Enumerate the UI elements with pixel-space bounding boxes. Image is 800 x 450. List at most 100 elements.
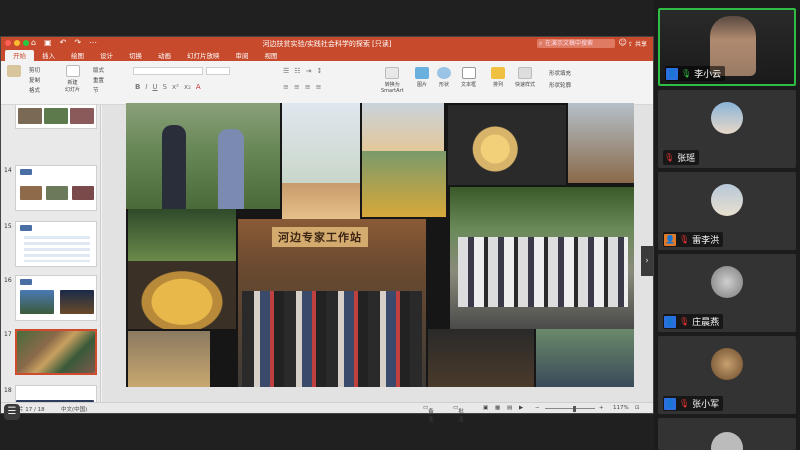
zoom-level[interactable]: 117% <box>613 405 629 411</box>
paragraph-row: ☰ ☷ ⇥ ↕ <box>283 67 322 75</box>
fit-to-window-icon[interactable]: ⊡ <box>635 405 640 411</box>
slide-number: 14 <box>4 167 12 174</box>
search-icon: ⌕ <box>539 40 543 47</box>
user-account-icon[interactable]: ☺ <box>619 38 627 47</box>
quick-styles-label: 快速样式 <box>515 82 536 88</box>
shape-fill-button[interactable]: 形状填充 <box>549 69 571 77</box>
normal-view-icon[interactable]: ▣ <box>483 405 488 411</box>
participant-tile[interactable]: 🎙 张瑶 <box>658 90 796 168</box>
slide-thumbnail[interactable] <box>15 275 97 321</box>
tab-transitions[interactable]: 切换 <box>121 50 150 61</box>
subscript-button[interactable]: x₂ <box>184 83 191 91</box>
comments-button[interactable]: ▭ 批注 <box>453 405 464 423</box>
slide-thumbnail[interactable] <box>15 221 97 267</box>
layout-button[interactable]: 版式 <box>93 66 104 74</box>
section-button[interactable]: 节 <box>93 86 99 94</box>
tab-slideshow[interactable]: 幻灯片放映 <box>179 50 228 61</box>
sorter-view-icon[interactable]: ▦ <box>495 405 500 411</box>
bold-button[interactable]: B <box>135 83 140 91</box>
reset-button[interactable]: 重置 <box>93 76 104 84</box>
align-left-icon[interactable]: ≡ <box>283 83 289 91</box>
user-icon: 👤 <box>664 397 676 410</box>
participant-tile-active[interactable]: 👤 🎙 李小云 <box>658 8 796 86</box>
share-button[interactable]: ⇪ 共享 <box>628 39 647 48</box>
shape-outline-button[interactable]: 形状轮廓 <box>549 81 571 89</box>
textbox-button[interactable]: 文本框 <box>461 67 476 88</box>
ribbon-toolbar: 剪切 复制 格式 新建 幻灯片 版式 重置 节 B I U S x² x₂ A <box>1 61 653 105</box>
tab-view[interactable]: 视图 <box>257 50 286 61</box>
zoom-out-button[interactable]: − <box>535 405 540 411</box>
copy-button[interactable]: 复制 <box>29 76 40 84</box>
arrange-button[interactable]: 排列 <box>491 67 505 88</box>
cut-button[interactable]: 剪切 <box>29 66 40 74</box>
thumbnail-logo <box>20 225 32 231</box>
font-format-row: B I U S x² x₂ A <box>135 83 201 91</box>
powerpoint-window: ⌂ ▣ ↶ ↷ ⋯ 河边扶贫实验/实践社会科学的探索 [只读] ⌕ 在演示文稿中… <box>0 36 654 423</box>
reading-view-icon[interactable]: ▤ <box>507 405 512 411</box>
quick-styles-icon <box>518 67 532 79</box>
convert-smartart-button[interactable]: 转换为 SmartArt <box>381 67 404 94</box>
italic-button[interactable]: I <box>145 83 147 91</box>
notes-button[interactable]: ▭ 备注 <box>423 405 434 423</box>
strikethrough-button[interactable]: S <box>163 83 167 91</box>
avatar <box>711 266 743 298</box>
quick-styles-button[interactable]: 快速样式 <box>515 67 535 88</box>
thumbnail-logo <box>20 169 32 175</box>
picture-button[interactable]: 图片 <box>415 67 429 88</box>
avatar <box>711 348 743 380</box>
align-right-icon[interactable]: ≡ <box>305 83 311 91</box>
tab-review[interactable]: 审阅 <box>228 50 257 61</box>
participant-tile[interactable]: 👤 🎙 庄晨燕 <box>658 254 796 332</box>
photo-drinks <box>128 331 210 387</box>
slide-thumbnail-selected[interactable] <box>15 329 97 375</box>
font-family-select[interactable] <box>133 67 203 75</box>
photo-group-workstation: 河边专家工作站 <box>238 219 426 387</box>
participant-name: 张瑶 <box>677 154 696 164</box>
zoom-in-button[interactable]: + <box>599 405 604 411</box>
meeting-menu-button[interactable]: ☰ <box>4 404 20 420</box>
search-box[interactable]: ⌕ 在演示文稿中搜索 <box>537 39 615 48</box>
bullets-icon[interactable]: ☰ <box>283 67 289 75</box>
person-figure <box>162 125 186 209</box>
tab-design[interactable]: 设计 <box>92 50 121 61</box>
indent-icon[interactable]: ⇥ <box>306 67 312 75</box>
tab-draw[interactable]: 绘图 <box>63 50 92 61</box>
font-color-button[interactable]: A <box>196 83 201 91</box>
new-slide-button[interactable]: 新建 幻灯片 <box>65 65 80 93</box>
participant-name: 李小云 <box>694 70 722 80</box>
underline-button[interactable]: U <box>152 83 157 91</box>
format-painter-button[interactable]: 格式 <box>29 86 40 94</box>
participant-panel: 👤 🎙 李小云 🎙 张瑶 👤 🎙 雷李洪 👤 🎙 庄晨燕 👤 🎙 张小军 <box>654 0 800 450</box>
slideshow-view-icon[interactable]: ▶ <box>519 405 523 411</box>
zoom-slider[interactable] <box>545 408 595 409</box>
current-slide[interactable]: 河边专家工作站 <box>126 103 634 387</box>
shape-button[interactable]: 形状 <box>437 67 451 88</box>
participant-tile[interactable]: 👤 🎙 张小军 <box>658 336 796 414</box>
slide-canvas[interactable]: 河边专家工作站 › <box>102 103 653 403</box>
participant-name-bar: 👤 🎙 雷李洪 <box>663 232 724 247</box>
paste-button[interactable] <box>7 65 21 79</box>
chevron-right-icon[interactable]: › <box>641 246 653 276</box>
justify-icon[interactable]: ≡ <box>316 83 322 91</box>
new-slide-label: 新建 幻灯片 <box>65 80 81 93</box>
slide-thumbnail[interactable] <box>15 165 97 211</box>
participant-name: 庄晨燕 <box>692 318 720 328</box>
tab-animations[interactable]: 动画 <box>150 50 179 61</box>
group-walking <box>458 237 628 307</box>
participant-tile[interactable]: 👤 🎙 雷李洪 <box>658 172 796 250</box>
language-indicator[interactable]: 中文(中国) <box>61 405 87 413</box>
font-size-select[interactable] <box>206 67 230 75</box>
slide-thumbnail[interactable] <box>15 105 97 129</box>
slide-number: 16 <box>4 277 12 284</box>
align-center-icon[interactable]: ≡ <box>294 83 300 91</box>
superscript-button[interactable]: x² <box>172 83 179 91</box>
numbering-icon[interactable]: ☷ <box>294 67 300 75</box>
thumbnail-photo <box>44 108 68 124</box>
tab-home[interactable]: 开始 <box>5 50 34 61</box>
line-spacing-icon[interactable]: ↕ <box>316 67 322 75</box>
tab-insert[interactable]: 插入 <box>34 50 63 61</box>
zoom-slider-handle[interactable] <box>573 406 576 412</box>
participant-tile[interactable] <box>658 418 796 450</box>
slide-thumbnail[interactable] <box>15 385 97 403</box>
shape-icon <box>437 67 451 79</box>
